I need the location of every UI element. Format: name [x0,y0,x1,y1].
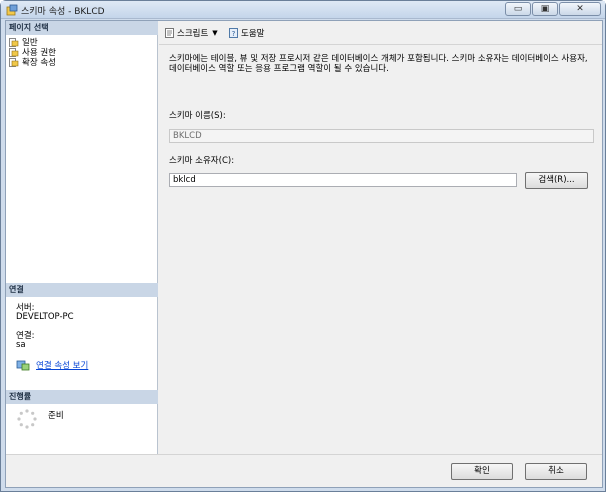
connection-value: sa [16,340,26,350]
schema-name-label: 스키마 이름(S): [169,111,226,121]
schema-icon [6,4,18,16]
right-pane: 스크립트 ▼ ? 도움말 스키마에는 테이블, 뷰 및 저장 프로시저 같은 데… [159,21,602,454]
schema-properties-window: 스키마 속성 - BKLCD ▭ ▣ ✕ 페이지 선택 일반 사용 권한 확장 … [0,0,606,492]
script-label: 스크립트 [177,29,209,39]
page-list: 일반 사용 권한 확장 속성 [9,37,56,68]
maximize-icon: ▣ [540,4,550,14]
help-icon: ? [229,28,238,38]
chevron-down-icon[interactable]: ▼ [212,29,217,37]
cancel-button[interactable]: 취소 [525,463,587,480]
title-bar[interactable]: 스키마 속성 - BKLCD ▭ ▣ ✕ [1,1,605,19]
connection-properties-icon [16,360,30,371]
progress-spinner-icon [17,409,37,429]
progress-status: 준비 [48,411,64,421]
view-connection-properties-link[interactable]: 연결 속성 보기 [36,359,88,371]
page-icon [9,47,19,57]
page-select-header: 페이지 선택 [6,21,158,35]
schema-name-field: BKLCD [169,129,594,143]
schema-owner-field[interactable]: bklcd [169,173,517,187]
page-item-extended-properties[interactable]: 확장 속성 [9,57,56,68]
minimize-button[interactable]: ▭ [505,2,531,16]
window-title: 스키마 속성 - BKLCD [21,7,105,17]
dialog-client: 페이지 선택 일반 사용 권한 확장 속성 연결 서버: DEVELTOP-PC… [5,20,603,488]
ok-button[interactable]: 확인 [451,463,513,480]
close-icon: ✕ [576,4,584,14]
server-value: DEVELTOP-PC [16,312,74,322]
left-pane: 페이지 선택 일반 사용 권한 확장 속성 연결 서버: DEVELTOP-PC… [6,21,158,454]
page-icon [9,37,19,47]
progress-header: 진행률 [6,390,158,404]
toolbar: 스크립트 ▼ ? 도움말 [159,21,602,45]
schema-owner-label: 스키마 소유자(C): [169,156,235,166]
maximize-button[interactable]: ▣ [532,2,558,16]
minimize-icon: ▭ [513,4,523,14]
page-icon [9,57,19,67]
svg-text:?: ? [232,30,236,38]
page-item-label: 확장 속성 [22,58,56,68]
window-controls: ▭ ▣ ✕ [504,2,601,16]
help-label: 도움말 [241,29,265,39]
description-text: 스키마에는 테이블, 뷰 및 저장 프로시저 같은 데이터베이스 개체가 포함됩… [169,54,588,74]
help-button[interactable]: ? 도움말 [229,27,264,39]
search-button[interactable]: 검색(R)... [525,172,588,189]
close-button[interactable]: ✕ [559,2,601,16]
script-icon [165,28,174,38]
connection-header: 연결 [6,283,158,297]
script-button[interactable]: 스크립트 ▼ [165,27,218,39]
dialog-footer: 확인 취소 [6,454,602,487]
